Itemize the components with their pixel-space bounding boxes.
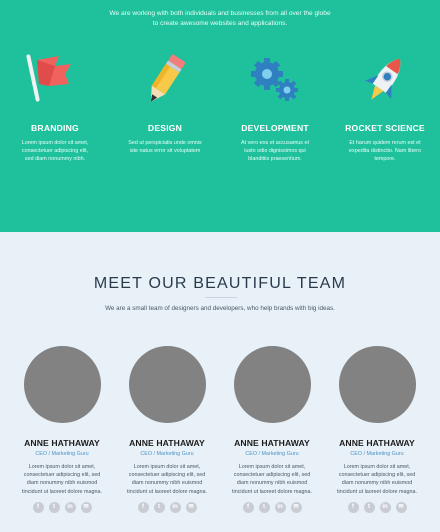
member-name: ANNE HATHAWAY bbox=[234, 438, 310, 448]
service-desc: Et harum quidem rerum est et expedita di… bbox=[349, 140, 421, 163]
member-role: CEO / Marketing Guru bbox=[245, 451, 299, 457]
service-desc: Lorem ipsum dolor sit amet, consectetuer… bbox=[21, 140, 89, 163]
twitter-icon[interactable]: t bbox=[48, 501, 60, 513]
social-links: f t in ✉ bbox=[217, 501, 327, 513]
facebook-icon[interactable]: f bbox=[137, 501, 149, 513]
team-section: MEET OUR BEAUTIFUL TEAM We are a small t… bbox=[0, 232, 440, 532]
member-name: ANNE HATHAWAY bbox=[339, 438, 415, 448]
facebook-icon[interactable]: f bbox=[242, 501, 254, 513]
linkedin-icon[interactable]: in bbox=[64, 501, 76, 513]
rocket-icon bbox=[355, 50, 415, 110]
service-desc: Sed ut perspiciatis unde omnis iste natu… bbox=[128, 140, 202, 155]
member-bio: Lorem ipsum dolor sit amet, consectetuer… bbox=[232, 464, 313, 495]
social-links: f t in ✉ bbox=[322, 501, 432, 513]
services-section: We are working with both individuals and… bbox=[0, 0, 440, 232]
avatar bbox=[23, 346, 101, 423]
service-design: DESIGN Sed ut perspiciatis unde omnis is… bbox=[110, 50, 220, 155]
service-title: DEVELOPMENT bbox=[241, 123, 309, 133]
email-icon[interactable]: ✉ bbox=[80, 501, 92, 513]
member-bio: Lorem ipsum dolor sit amet, consectetuer… bbox=[337, 464, 418, 495]
email-icon[interactable]: ✉ bbox=[185, 501, 197, 513]
member-name: ANNE HATHAWAY bbox=[24, 438, 100, 448]
email-icon[interactable]: ✉ bbox=[290, 501, 302, 513]
linkedin-icon[interactable]: in bbox=[169, 501, 181, 513]
twitter-icon[interactable]: t bbox=[153, 501, 165, 513]
service-title: BRANDING bbox=[31, 123, 79, 133]
intro-line-1: We are working with both individuals and… bbox=[109, 10, 331, 17]
team-member-card: ANNE HATHAWAY CEO / Marketing Guru Lorem… bbox=[217, 346, 327, 513]
service-title: ROCKET SCIENCE bbox=[345, 123, 425, 133]
avatar bbox=[233, 346, 311, 423]
facebook-icon[interactable]: f bbox=[347, 501, 359, 513]
team-subtitle: We are a small team of designers and dev… bbox=[105, 305, 335, 312]
member-role: CEO / Marketing Guru bbox=[350, 451, 404, 457]
linkedin-icon[interactable]: in bbox=[274, 501, 286, 513]
social-links: f t in ✉ bbox=[112, 501, 222, 513]
member-bio: Lorem ipsum dolor sit amet, consectetuer… bbox=[22, 464, 103, 495]
avatar bbox=[338, 346, 416, 423]
service-rocket-science: ROCKET SCIENCE Et harum quidem rerum est… bbox=[330, 50, 440, 164]
member-role: CEO / Marketing Guru bbox=[140, 451, 194, 457]
linkedin-icon[interactable]: in bbox=[379, 501, 391, 513]
service-development: DEVELOPMENT At vero eos et accusamus et … bbox=[220, 50, 330, 164]
team-title: MEET OUR BEAUTIFUL TEAM bbox=[93, 275, 347, 292]
twitter-icon[interactable]: t bbox=[258, 501, 270, 513]
team-member-card: ANNE HATHAWAY CEO / Marketing Guru Lorem… bbox=[112, 346, 222, 513]
member-bio: Lorem ipsum dolor sit amet, consectetuer… bbox=[127, 464, 208, 495]
avatar bbox=[128, 346, 206, 423]
service-desc: At vero eos et accusamus et iusto odio d… bbox=[240, 140, 309, 163]
facebook-icon[interactable]: f bbox=[32, 501, 44, 513]
flag-icon bbox=[25, 50, 85, 110]
member-name: ANNE HATHAWAY bbox=[129, 438, 205, 448]
team-member-card: ANNE HATHAWAY CEO / Marketing Guru Lorem… bbox=[322, 346, 432, 513]
intro-line-2: to create awesome websites and applicati… bbox=[152, 20, 288, 27]
title-divider bbox=[205, 297, 237, 298]
email-icon[interactable]: ✉ bbox=[395, 501, 407, 513]
twitter-icon[interactable]: t bbox=[363, 501, 375, 513]
team-member-card: ANNE HATHAWAY CEO / Marketing Guru Lorem… bbox=[7, 346, 117, 513]
member-role: CEO / Marketing Guru bbox=[35, 451, 89, 457]
service-branding: BRANDING Lorem ipsum dolor sit amet, con… bbox=[0, 50, 110, 164]
service-title: DESIGN bbox=[147, 123, 183, 133]
pencil-icon bbox=[135, 50, 195, 110]
social-links: f t in ✉ bbox=[7, 501, 117, 513]
gears-icon bbox=[245, 50, 305, 110]
services-intro: We are working with both individuals and… bbox=[0, 9, 440, 29]
